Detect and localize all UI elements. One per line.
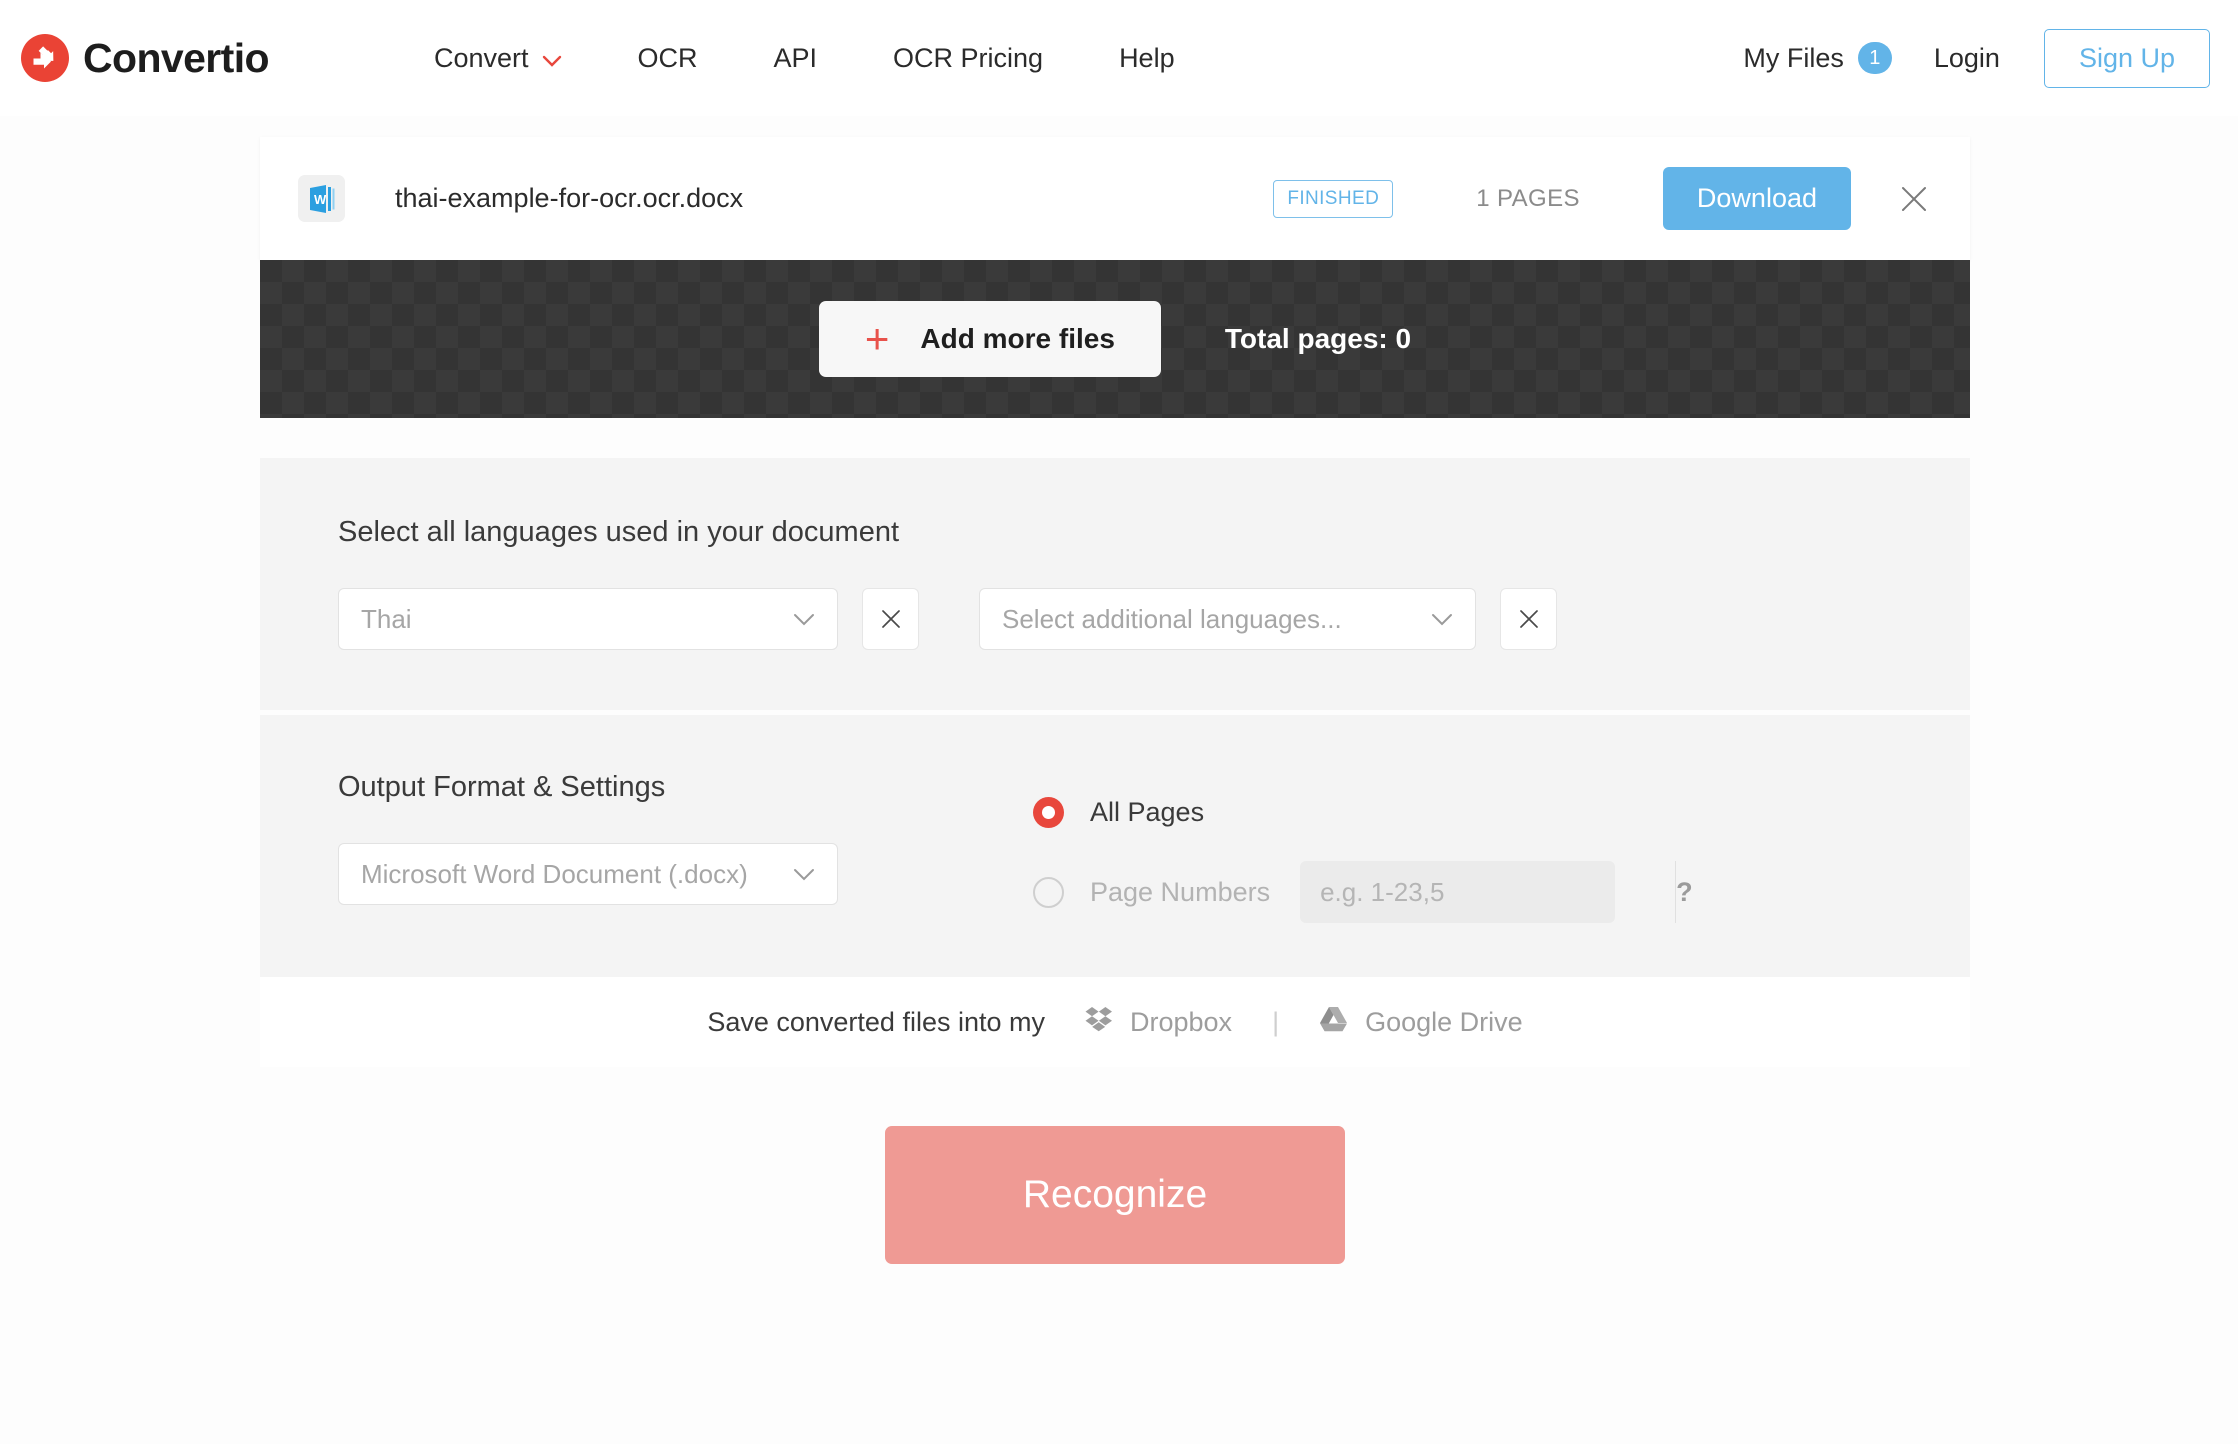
plus-icon: + bbox=[865, 324, 890, 353]
add-more-files-label: Add more files bbox=[920, 323, 1114, 355]
dropbox-label: Dropbox bbox=[1130, 1007, 1232, 1038]
radio-all-pages[interactable] bbox=[1033, 797, 1064, 828]
radio-page-numbers[interactable] bbox=[1033, 877, 1064, 908]
nav-item-ocr[interactable]: OCR bbox=[600, 43, 736, 74]
nav-label-api: API bbox=[774, 43, 818, 74]
file-name: thai-example-for-ocr.ocr.docx bbox=[395, 183, 743, 214]
primary-language-select[interactable]: Thai bbox=[338, 588, 838, 650]
my-files-count-badge: 1 bbox=[1858, 42, 1892, 74]
save-destination-label: Save converted files into my bbox=[707, 1007, 1045, 1038]
output-format-column: Output Format & Settings Microsoft Word … bbox=[338, 771, 1033, 905]
file-row: W thai-example-for-ocr.ocr.docx FINISHED… bbox=[260, 137, 1970, 260]
chevron-down-icon bbox=[793, 868, 815, 881]
word-document-icon: W bbox=[298, 175, 345, 222]
recognize-action-row: Recognize bbox=[260, 1126, 1970, 1264]
google-drive-save-link[interactable]: Google Drive bbox=[1319, 1006, 1523, 1039]
page-body: W thai-example-for-ocr.ocr.docx FINISHED… bbox=[0, 116, 2238, 1444]
languages-panel: Select all languages used in your docume… bbox=[260, 458, 1970, 710]
page-numbers-field-wrap: ? bbox=[1300, 861, 1615, 923]
google-drive-label: Google Drive bbox=[1365, 1007, 1523, 1038]
conversion-card: W thai-example-for-ocr.ocr.docx FINISHED… bbox=[260, 137, 1970, 1264]
close-icon[interactable] bbox=[1898, 183, 1930, 215]
languages-title: Select all languages used in your docume… bbox=[338, 516, 1892, 549]
output-settings-panel: Output Format & Settings Microsoft Word … bbox=[260, 715, 1970, 977]
site-header: Convertio Convert OCR API OCR Pricing He… bbox=[0, 0, 2238, 116]
nav-label-convert: Convert bbox=[434, 43, 529, 74]
output-grid: Output Format & Settings Microsoft Word … bbox=[338, 771, 1892, 923]
clear-additional-language-button[interactable] bbox=[1500, 588, 1557, 650]
nav-item-ocr-pricing[interactable]: OCR Pricing bbox=[855, 43, 1081, 74]
my-files-link[interactable]: My Files 1 bbox=[1743, 42, 1934, 74]
additional-language-select[interactable]: Select additional languages... bbox=[979, 588, 1476, 650]
nav-item-api[interactable]: API bbox=[736, 43, 856, 74]
help-icon[interactable]: ? bbox=[1675, 861, 1693, 923]
svg-text:W: W bbox=[314, 192, 327, 207]
google-drive-icon bbox=[1319, 1006, 1348, 1039]
chevron-down-icon bbox=[793, 613, 815, 626]
chevron-down-icon bbox=[1431, 613, 1453, 626]
row-spacer bbox=[1033, 843, 1615, 861]
save-destination-bar: Save converted files into my Dropbox | bbox=[260, 977, 1970, 1067]
output-format-value: Microsoft Word Document (.docx) bbox=[361, 859, 748, 890]
save-divider: | bbox=[1272, 1007, 1279, 1038]
output-title: Output Format & Settings bbox=[338, 771, 1033, 804]
add-more-files-button[interactable]: + Add more files bbox=[819, 301, 1161, 377]
header-actions: My Files 1 Login Sign Up bbox=[1743, 29, 2210, 88]
main-nav: Convert OCR API OCR Pricing Help bbox=[396, 43, 1213, 74]
nav-label-ocr-pricing: OCR Pricing bbox=[893, 43, 1043, 74]
signup-button[interactable]: Sign Up bbox=[2044, 29, 2210, 88]
nav-item-help[interactable]: Help bbox=[1081, 43, 1213, 74]
additional-language-placeholder: Select additional languages... bbox=[1002, 604, 1342, 635]
nav-label-ocr: OCR bbox=[638, 43, 698, 74]
my-files-label: My Files bbox=[1743, 43, 1844, 74]
add-files-bar: + Add more files Total pages: 0 bbox=[260, 260, 1970, 418]
brand-logo[interactable]: Convertio bbox=[20, 33, 269, 83]
page-numbers-label: Page Numbers bbox=[1090, 877, 1270, 908]
status-badge: FINISHED bbox=[1273, 180, 1393, 218]
file-meta: FINISHED 1 PAGES Download bbox=[1273, 167, 1930, 230]
file-page-count: 1 PAGES bbox=[1476, 185, 1580, 213]
brand-name: Convertio bbox=[83, 35, 269, 82]
total-pages-label: Total pages: 0 bbox=[1225, 323, 1411, 355]
page-numbers-option[interactable]: Page Numbers ? bbox=[1033, 861, 1615, 923]
page-range-column: All Pages Page Numbers ? bbox=[1033, 771, 1615, 923]
convertio-logo-icon bbox=[20, 33, 70, 83]
chevron-down-icon bbox=[542, 43, 562, 74]
primary-language-value: Thai bbox=[361, 604, 412, 635]
output-format-select[interactable]: Microsoft Word Document (.docx) bbox=[338, 843, 838, 905]
download-button[interactable]: Download bbox=[1663, 167, 1851, 230]
languages-field-row: Thai Select additional languages... bbox=[338, 588, 1892, 650]
all-pages-label: All Pages bbox=[1090, 797, 1204, 828]
recognize-button[interactable]: Recognize bbox=[885, 1126, 1345, 1264]
page-numbers-input[interactable] bbox=[1300, 877, 1675, 908]
nav-item-convert[interactable]: Convert bbox=[396, 43, 600, 74]
all-pages-option[interactable]: All Pages bbox=[1033, 781, 1615, 843]
login-link[interactable]: Login bbox=[1934, 43, 2044, 74]
clear-primary-language-button[interactable] bbox=[862, 588, 919, 650]
nav-label-help: Help bbox=[1119, 43, 1175, 74]
dropbox-icon bbox=[1085, 1006, 1113, 1039]
dropbox-save-link[interactable]: Dropbox bbox=[1085, 1006, 1232, 1039]
